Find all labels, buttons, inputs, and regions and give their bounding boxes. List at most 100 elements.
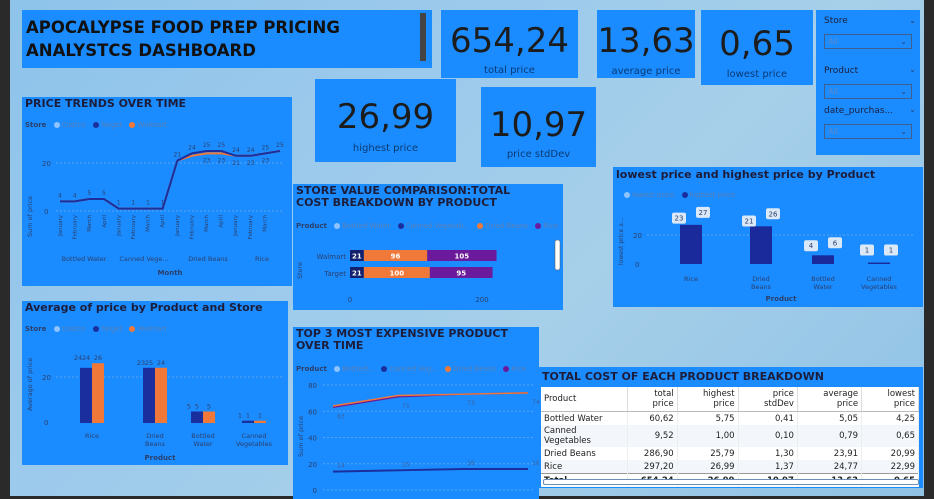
- column-header[interactable]: average price: [797, 387, 863, 412]
- canned-veg-line[interactable]: [332, 468, 528, 473]
- table-row[interactable]: Canned Vegetables 9,52 1,00 0,10 0,79 0,65: [541, 425, 919, 447]
- top3-grid: 80 60 40 20 0: [308, 382, 533, 495]
- slicer-store-dropdown[interactable]: All ⌄: [824, 34, 912, 49]
- target-bar[interactable]: [242, 420, 254, 423]
- data-label: 16: [467, 460, 475, 467]
- table-row[interactable]: Dried Beans 286,90 25,79 1,30 23,91 20,99: [541, 447, 919, 460]
- low-high-chart[interactable]: lowest price and highest price by Produc…: [613, 167, 923, 307]
- store-comparison-chart[interactable]: STORE VALUE COMPARISON:TOTAL COST BREAKD…: [293, 184, 563, 310]
- slicer-panel: Store ⌄ All ⌄ Product ⌄ All ⌄ date_purch…: [816, 10, 920, 155]
- table-cell: 9,52: [627, 425, 678, 447]
- data-label: 21: [174, 152, 182, 159]
- store-bars: 21 96 105 21 100 95: [350, 250, 497, 278]
- data-label: 24: [232, 147, 240, 154]
- data-label: 4: [73, 192, 77, 199]
- month-axis: January February March April January February…: [58, 214, 268, 239]
- table-cell: 297,20: [627, 460, 678, 474]
- column-header[interactable]: price stdDev: [738, 387, 798, 412]
- walmart-bar[interactable]: [203, 411, 215, 424]
- x-axis-title: Month: [157, 269, 182, 277]
- data-label: 21: [232, 160, 240, 167]
- target-bar[interactable]: [191, 411, 203, 424]
- scrollbar-thumb[interactable]: [554, 239, 561, 271]
- top3-chart[interactable]: TOP 3 MOST EXPENSIVE PRODUCT OVER TIME P…: [293, 327, 539, 499]
- data-label: 95: [456, 270, 466, 278]
- data-labels: 4 4 5 51 1 1 12124 25 2524 24 25 2523 23 21 23 23: [58, 142, 284, 207]
- table-cell: 1,30: [738, 447, 798, 460]
- data-label: 5: [102, 190, 106, 197]
- category-label: Vegetables: [861, 283, 898, 291]
- table-cell: Bottled Water: [541, 411, 629, 425]
- highest-bar[interactable]: [680, 224, 702, 264]
- avg-price-plot: Average of price 20 0 24 24 26Rice23 25 24Dr…: [26, 354, 282, 462]
- price-trends-chart[interactable]: PRICE TRENDS OVER TIME Store Costco Targ…: [22, 97, 292, 286]
- kpi-total-price-label: total price: [484, 65, 535, 76]
- highest-bar[interactable]: [812, 255, 834, 264]
- slicer-date-label: date_purchas...: [824, 106, 894, 116]
- data-label: 16: [532, 460, 539, 467]
- data-label: 1: [146, 200, 150, 207]
- month-label: March: [146, 215, 152, 232]
- x-axis-title: Product: [766, 295, 798, 303]
- y-tick-0: 0: [44, 208, 48, 216]
- column-header[interactable]: highest price: [677, 387, 739, 412]
- table-cell: 25,79: [677, 447, 739, 460]
- slicer-product-dropdown[interactable]: All ⌄: [824, 84, 912, 99]
- slicer-product-value: All: [828, 87, 838, 96]
- table-row[interactable]: Rice 297,20 26,99 1,37 24,77 22,99: [541, 460, 919, 474]
- data-label: 14: [337, 463, 345, 470]
- data-label: 5: [87, 190, 91, 197]
- table-row[interactable]: Bottled Water 60,62 5,75 0,41 5,05 4,25: [541, 411, 919, 425]
- table-cell: Dried Beans: [541, 447, 629, 460]
- walmart-bar[interactable]: [254, 420, 266, 423]
- chevron-down-icon[interactable]: ⌄: [909, 65, 916, 74]
- slicer-store-value: All: [828, 37, 838, 46]
- y-axis-label: Sum of price: [26, 196, 34, 237]
- store-comparison-plot: Store Walmart Target 21 96 105 21 100 95 0 20…: [296, 239, 561, 304]
- avg-price-chart[interactable]: Average of price by Product and Store St…: [22, 301, 288, 465]
- y-axis-label: Store: [296, 262, 304, 279]
- group-label: Canned Vege...: [119, 255, 168, 263]
- target-bar[interactable]: [143, 367, 155, 423]
- table-cell: 24,77: [797, 460, 863, 474]
- walmart-bar[interactable]: [92, 363, 104, 423]
- table-cell: 22,99: [861, 460, 919, 474]
- data-label: 27: [699, 209, 708, 217]
- slicer-date-dropdown[interactable]: All ⌄: [824, 124, 912, 139]
- data-label: 5: [187, 403, 191, 411]
- highest-bar[interactable]: [750, 226, 772, 264]
- dried-beans-line[interactable]: [332, 392, 529, 407]
- column-header[interactable]: lowest price: [861, 387, 919, 412]
- table-cell: Rice: [541, 460, 629, 474]
- table-scrollbar[interactable]: [543, 479, 919, 485]
- slicer-store-label: Store: [824, 16, 848, 26]
- highest-bar[interactable]: [868, 262, 890, 264]
- x-tick: 200: [475, 296, 488, 304]
- data-label: 100: [390, 270, 405, 278]
- chevron-down-icon[interactable]: ⌄: [909, 105, 916, 114]
- target-bar[interactable]: [80, 367, 92, 423]
- cost-breakdown-table-card: TOTAL COST OF EACH PRODUCT BREAKDOWN Pro…: [539, 367, 923, 488]
- kpi-lowest-price-value: 0,65: [719, 24, 795, 64]
- table-cell: 286,90: [627, 447, 678, 460]
- data-label: 24: [188, 144, 196, 151]
- chevron-down-icon[interactable]: ⌄: [909, 16, 916, 25]
- kpi-total-price: 654,24 total price: [441, 10, 578, 78]
- column-header[interactable]: Product: [541, 387, 629, 412]
- data-label: 1: [258, 412, 262, 420]
- month-label: April: [219, 215, 225, 228]
- data-label: 63: [337, 413, 345, 420]
- data-label: 1: [117, 200, 121, 207]
- data-label: 24: [157, 359, 165, 367]
- data-label: 15: [402, 461, 410, 468]
- column-header[interactable]: total price: [627, 387, 678, 412]
- category-label: Rice: [85, 432, 99, 440]
- store-label: Walmart: [317, 253, 347, 261]
- kpi-average-price-label: average price: [611, 66, 681, 77]
- kpi-lowest-price: 0,65 lowest price: [701, 10, 813, 85]
- category-label: Water: [193, 440, 213, 448]
- dashboard-title: APOCALYPSE FOOD PREP PRICING ANALYSTCS D…: [26, 18, 340, 60]
- chevron-down-icon: ⌄: [900, 87, 907, 96]
- y-tick-20: 20: [633, 232, 642, 240]
- walmart-bar[interactable]: [155, 367, 167, 423]
